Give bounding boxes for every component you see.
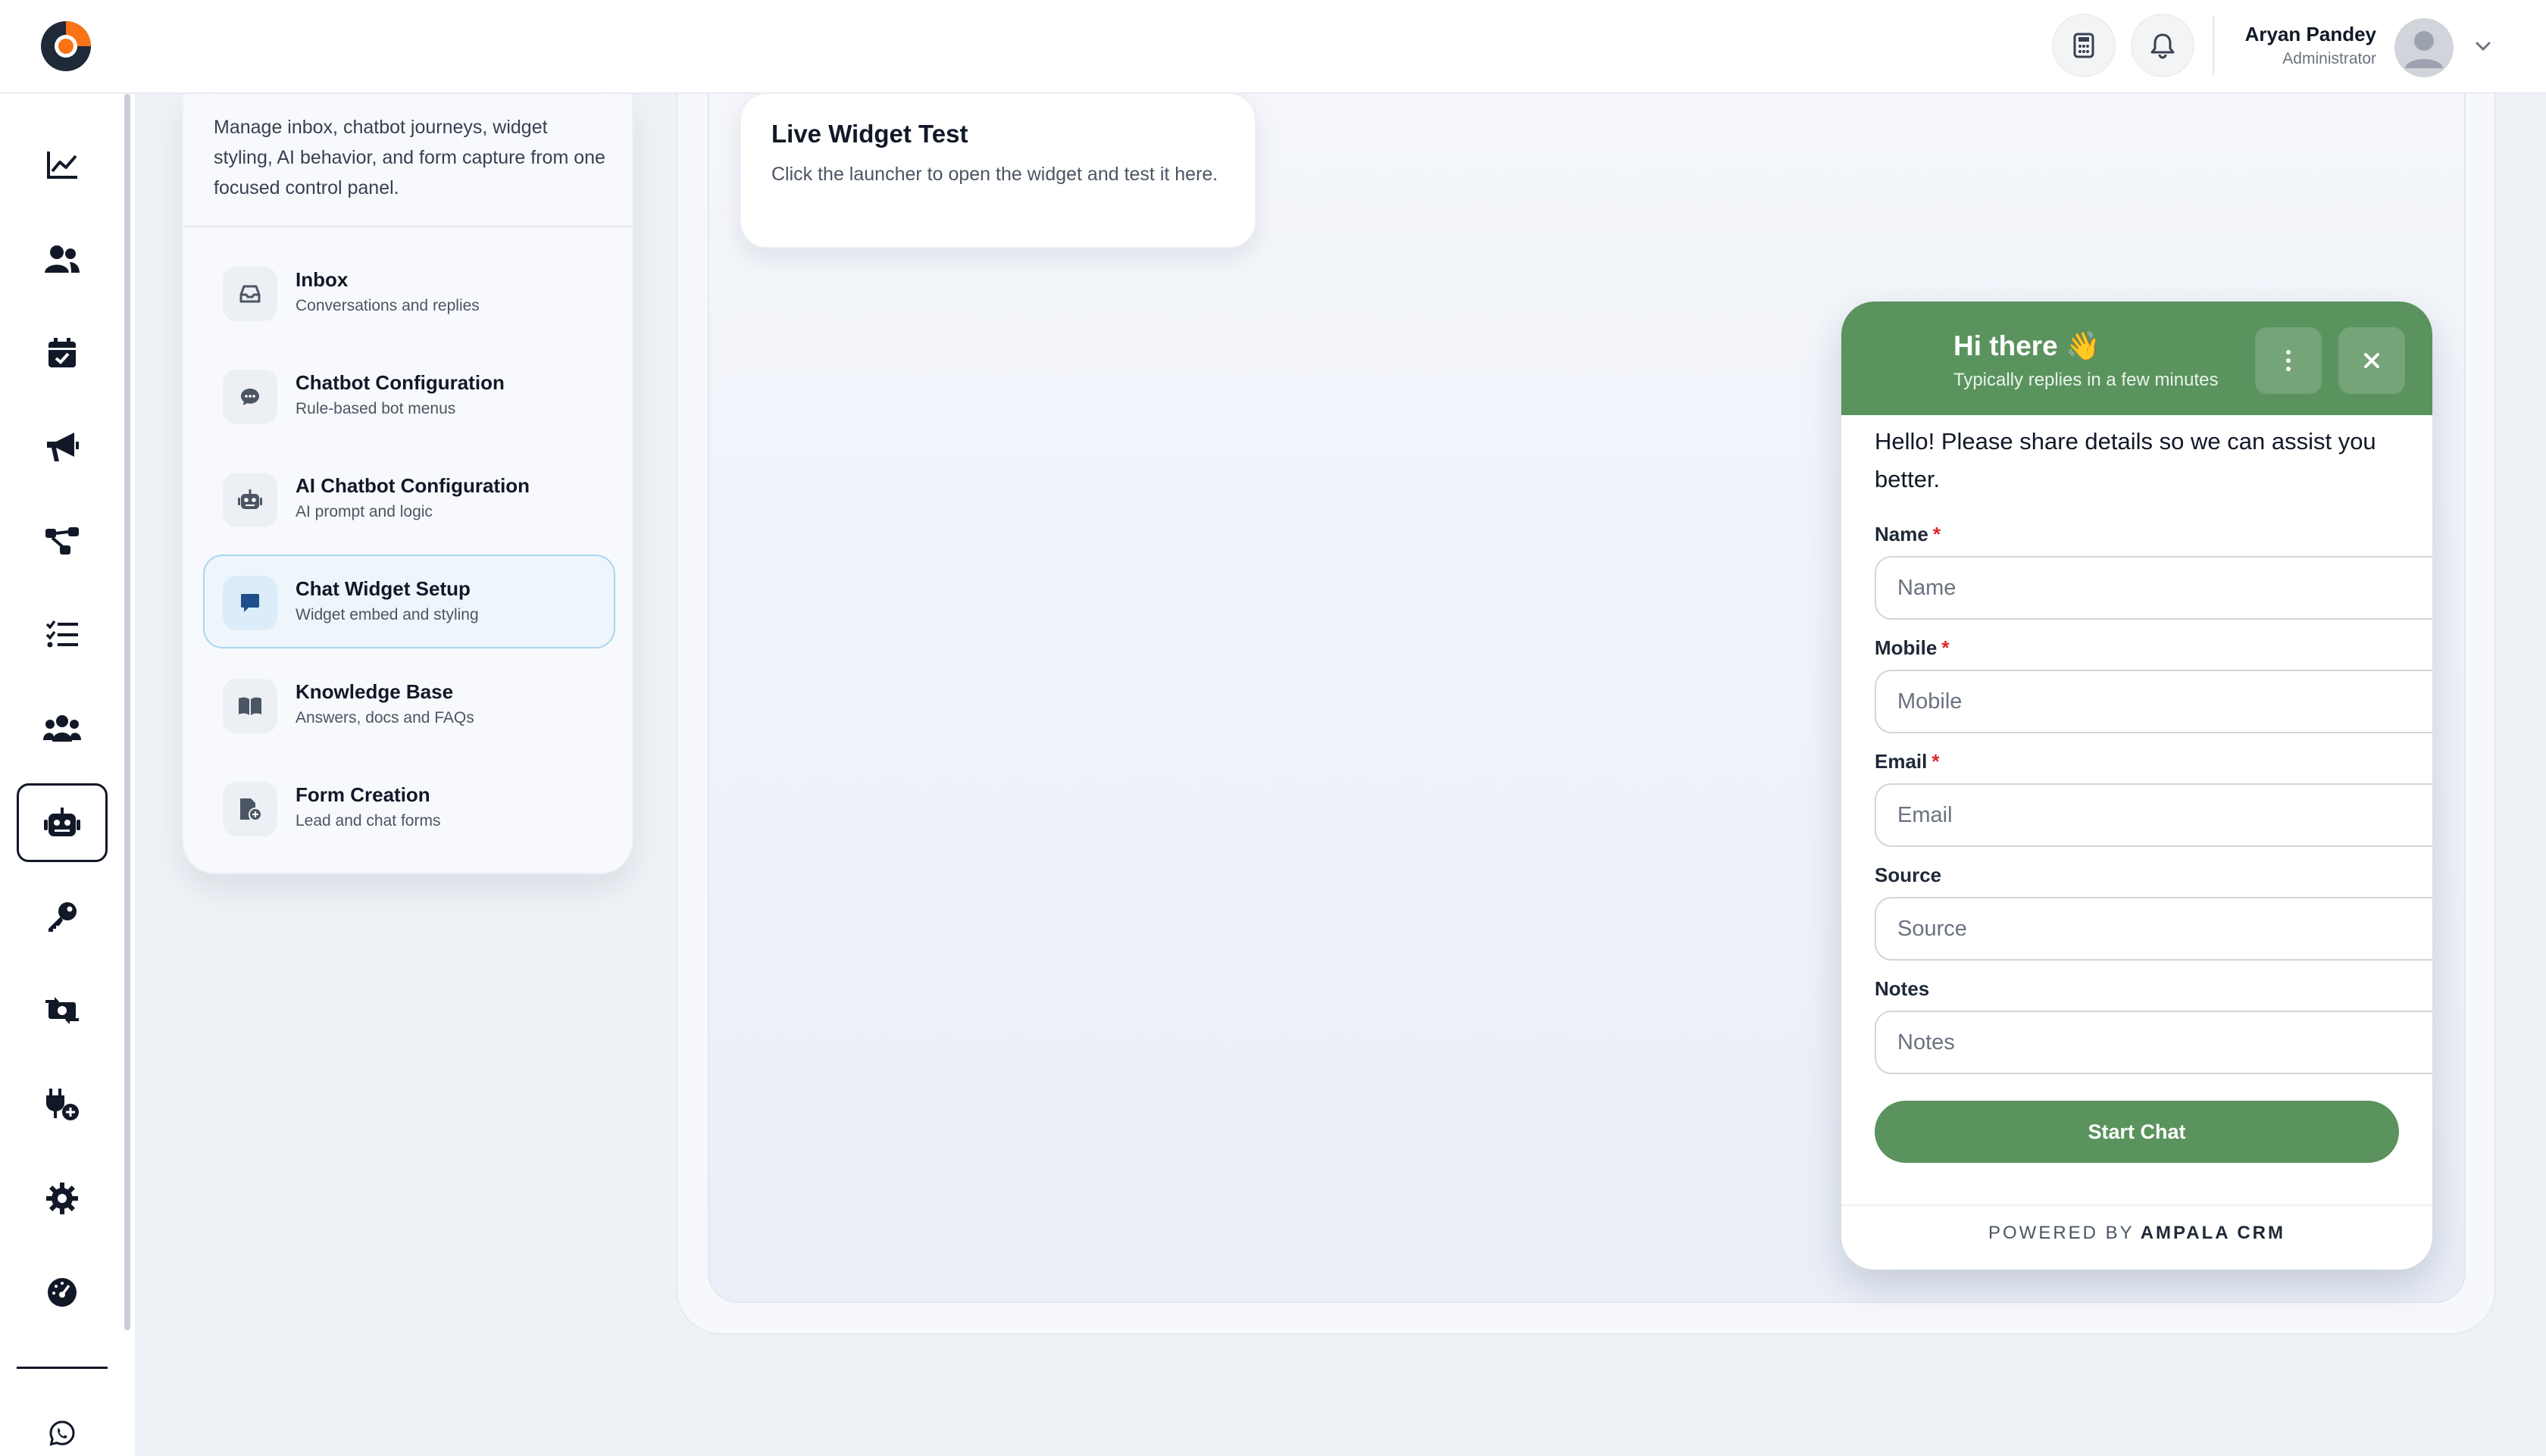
nav-item-subtitle: Conversations and replies [296, 297, 480, 314]
widget-header: Hi there 👋 Typically replies in a few mi… [1841, 302, 2432, 415]
panel-description: Manage inbox, chatbot journeys, widget s… [214, 117, 605, 198]
book-icon [239, 697, 261, 715]
brand-name: AMPALA CRM [2140, 1223, 2285, 1243]
notes-input[interactable] [1875, 1011, 2432, 1074]
settings-panel: Manage inbox, chatbot journeys, widget s… [182, 94, 633, 874]
nav-item-inbox[interactable]: Inbox Conversations and replies [203, 245, 615, 339]
rail-tasks[interactable] [17, 595, 108, 674]
whatsapp-icon [49, 1420, 75, 1446]
live-test-title: Live Widget Test [771, 120, 968, 148]
chevron-down-icon[interactable] [2472, 35, 2494, 58]
top-divider [2213, 15, 2214, 76]
chat-bubble-icon [241, 389, 259, 405]
mobile-input[interactable] [1875, 670, 2432, 733]
team-icon [43, 715, 81, 742]
more-vertical-icon [2286, 350, 2291, 371]
widget-menu-button[interactable] [2255, 327, 2322, 394]
plug-icon [46, 1089, 79, 1120]
nav-item-title: Knowledge Base [296, 680, 454, 703]
workflow-icon [45, 527, 79, 555]
rail-scrollbar[interactable] [124, 94, 130, 1330]
name-label: Name * [1875, 523, 1941, 545]
file-plus-icon [240, 798, 261, 820]
name-input[interactable] [1875, 556, 2432, 620]
live-widget-test-card: Live Widget Test Click the launcher to o… [740, 92, 1256, 248]
nav-item-chatbot-configuration[interactable]: Chatbot Configuration Rule-based bot men… [203, 348, 615, 442]
robot-icon [238, 489, 262, 509]
widget-intro-text: Hello! Please share details so we can as… [1875, 428, 2376, 492]
nav-item-knowledge-base[interactable]: Knowledge Base Answers, docs and FAQs [203, 658, 615, 751]
rail-settings[interactable] [17, 1159, 108, 1238]
nav-item-title: Chatbot Configuration [296, 371, 505, 394]
rail-separator [17, 1367, 108, 1369]
live-test-description: Click the launcher to open the widget an… [771, 164, 1218, 185]
widget-footer-divider [1841, 1204, 2432, 1206]
chat-widget: Hi there 👋 Typically replies in a few mi… [1841, 302, 2432, 1270]
close-icon [2364, 353, 2379, 368]
rail-workflows[interactable] [17, 501, 108, 580]
nav-item-title: Inbox [296, 268, 349, 291]
nav-item-ai-chatbot-configuration[interactable]: AI Chatbot Configuration AI prompt and l… [203, 451, 615, 545]
gear-icon [46, 1183, 78, 1214]
key-icon [48, 902, 77, 932]
chart-line-icon [47, 152, 77, 179]
rail-chatbot[interactable] [17, 783, 108, 862]
money-exchange-icon [45, 997, 79, 1024]
email-input[interactable] [1875, 783, 2432, 847]
mobile-label: Mobile * [1875, 636, 1950, 659]
notes-label: Notes [1875, 977, 1930, 1000]
megaphone-icon [47, 433, 79, 461]
nav-item-title: Chat Widget Setup [296, 577, 471, 600]
top-bar: Aryan Pandey Administrator [0, 0, 2546, 94]
nav-item-subtitle: Rule-based bot menus [296, 400, 456, 417]
notifications-button[interactable] [2131, 14, 2194, 77]
users-icon [45, 245, 80, 273]
nav-item-subtitle: AI prompt and logic [296, 503, 433, 520]
rail-integrations[interactable] [17, 1065, 108, 1144]
rail-campaigns[interactable] [17, 408, 108, 486]
rail-contacts[interactable] [17, 220, 108, 298]
calculator-icon [2073, 33, 2094, 58]
user-avatar-icon [2405, 31, 2443, 68]
robot-icon [44, 808, 80, 836]
required-marker: * [1941, 636, 1950, 659]
user-name[interactable]: Aryan Pandey [2245, 23, 2376, 46]
nav-item-subtitle: Answers, docs and FAQs [296, 709, 474, 726]
rail-whatsapp[interactable] [17, 1394, 108, 1456]
message-square-icon [241, 594, 259, 612]
rail-teams[interactable] [17, 689, 108, 768]
nav-item-form-creation[interactable]: Form Creation Lead and chat forms [203, 761, 615, 855]
nav-item-chat-widget-setup[interactable]: Chat Widget Setup Widget embed and styli… [203, 555, 615, 648]
required-marker: * [1931, 750, 1940, 773]
bell-icon [2150, 33, 2175, 59]
widget-footer: POWERED BY AMPALA CRM [1841, 1223, 2432, 1244]
rail-dashboard[interactable] [17, 1253, 108, 1332]
inbox-icon [239, 285, 261, 303]
source-input[interactable] [1875, 897, 2432, 961]
source-label: Source [1875, 864, 1942, 886]
rail-api-keys[interactable] [17, 877, 108, 956]
widget-greeting: Hi there 👋 [1953, 330, 2101, 361]
widget-close-button[interactable] [2338, 327, 2405, 394]
nav-item-subtitle: Widget embed and styling [296, 606, 479, 623]
dashboard-gauge-icon [48, 1278, 77, 1307]
required-marker: * [1932, 523, 1941, 545]
rail-analytics[interactable] [17, 126, 108, 205]
start-chat-button[interactable]: Start Chat [1875, 1101, 2399, 1163]
app-logo[interactable] [39, 20, 92, 73]
panel-divider [183, 226, 632, 227]
avatar[interactable] [2394, 18, 2454, 77]
widget-reply-time: Typically replies in a few minutes [1953, 370, 2219, 390]
calendar-check-icon [48, 338, 76, 367]
rail-calendar[interactable] [17, 314, 108, 392]
rail-billing[interactable] [17, 971, 108, 1050]
email-label: Email * [1875, 750, 1940, 773]
calculator-button[interactable] [2052, 14, 2116, 77]
tasks-icon [45, 620, 78, 648]
nav-item-title: AI Chatbot Configuration [296, 474, 530, 497]
nav-item-subtitle: Lead and chat forms [296, 812, 441, 830]
nav-item-title: Form Creation [296, 783, 430, 806]
user-role: Administrator [2282, 50, 2376, 67]
powered-by-text: POWERED BY [1988, 1223, 2135, 1243]
